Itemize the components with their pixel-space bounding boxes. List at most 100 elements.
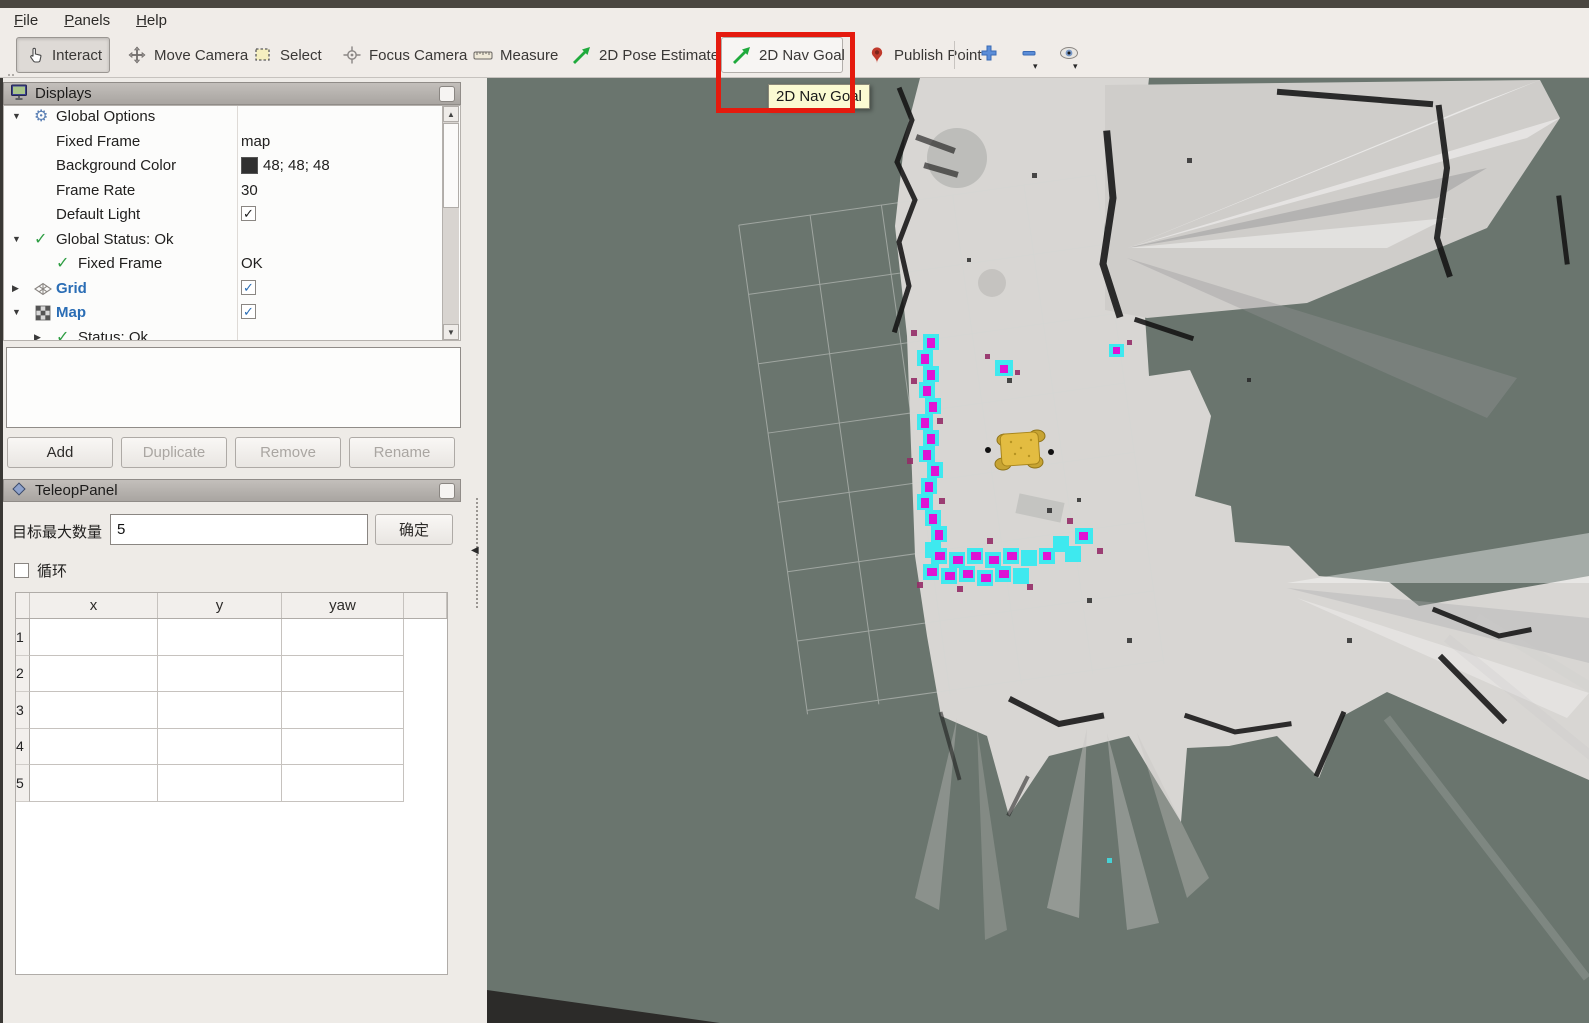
- column-header-y[interactable]: y: [158, 593, 282, 618]
- menu-item-panels[interactable]: Panels: [64, 12, 110, 29]
- tree-row-grid[interactable]: ▶ Grid ✓: [4, 278, 460, 303]
- tree-row-background-color[interactable]: Background Color 48; 48; 48: [4, 155, 460, 180]
- tree-value[interactable]: ✓: [241, 280, 256, 295]
- tool-button-publish-point[interactable]: Publish Point: [856, 37, 993, 73]
- tree-value[interactable]: ✓: [241, 206, 256, 221]
- teleop-panel-header[interactable]: TeleopPanel: [3, 479, 461, 502]
- column-header-yaw[interactable]: yaw: [282, 593, 404, 618]
- displays-panel-header[interactable]: Displays: [3, 82, 461, 105]
- duplicate-button: Duplicate: [121, 437, 227, 468]
- monitor-icon: [10, 83, 28, 105]
- row-header[interactable]: 5: [16, 765, 30, 802]
- tree-label: Status: Ok: [78, 329, 148, 342]
- confirm-button[interactable]: 确定: [375, 514, 453, 545]
- tree-label: Grid: [56, 280, 87, 297]
- tool-label: Select: [280, 47, 322, 64]
- expander-right-icon[interactable]: ▶: [12, 283, 19, 294]
- table-cell[interactable]: [282, 619, 404, 656]
- row-header[interactable]: 3: [16, 692, 30, 729]
- tree-row-map[interactable]: ▼Map✓: [4, 302, 460, 327]
- tool-button-measure[interactable]: Measure: [462, 37, 569, 73]
- expander-down-icon[interactable]: ▼: [12, 307, 21, 317]
- tool-button-select[interactable]: Select: [242, 37, 333, 73]
- move-arrows-icon: [127, 45, 147, 65]
- tree-value: 48; 48; 48: [241, 157, 330, 174]
- check-icon: ✓: [56, 255, 74, 273]
- zoom-in-button[interactable]: [975, 41, 1003, 69]
- tree-row-fixed-frame[interactable]: ✓Fixed FrameOK: [4, 253, 460, 278]
- tool-button-2d-pose-estimate[interactable]: 2D Pose Estimate: [561, 37, 730, 73]
- 3d-viewport[interactable]: [487, 78, 1589, 1023]
- dropdown-caret-icon[interactable]: ▾: [1073, 61, 1078, 72]
- tree-value-text: 30: [241, 182, 258, 199]
- table-cell[interactable]: [30, 729, 158, 766]
- table-cell[interactable]: [30, 765, 158, 802]
- zoom-out-button[interactable]: [1015, 41, 1043, 69]
- tool-label: Measure: [500, 47, 558, 64]
- tree-row-frame-rate[interactable]: Frame Rate 30: [4, 180, 460, 205]
- tree-value: OK: [241, 255, 263, 272]
- tree-row-fixed-frame[interactable]: Fixed Framemap: [4, 131, 460, 156]
- scroll-down-button[interactable]: ▼: [443, 324, 459, 340]
- tree-label: Background Color: [56, 157, 176, 174]
- max-goal-count-input[interactable]: [110, 514, 368, 545]
- dropdown-caret-icon[interactable]: ▾: [1033, 61, 1038, 72]
- scrollbar-thumb[interactable]: [443, 123, 459, 208]
- visibility-button[interactable]: [1055, 41, 1083, 69]
- tree-checkbox[interactable]: ✓: [241, 206, 256, 221]
- tree-checkbox[interactable]: ✓: [241, 280, 256, 295]
- tree-row-global-status--ok[interactable]: ▼ ✓Global Status: Ok: [4, 229, 460, 254]
- table-cell[interactable]: [30, 692, 158, 729]
- tree-scrollbar[interactable]: ▲ ▼: [442, 106, 459, 340]
- selection-box-icon: [253, 45, 273, 65]
- remove-button: Remove: [235, 437, 341, 468]
- displays-float-checkbox[interactable]: [439, 86, 455, 102]
- table-cell[interactable]: [282, 729, 404, 766]
- table-cell[interactable]: [158, 619, 282, 656]
- tree-label: Fixed Frame: [56, 133, 140, 150]
- tool-button-move-camera[interactable]: Move Camera: [116, 37, 259, 73]
- tree-row-status--ok[interactable]: ▶✓Status: Ok: [4, 327, 460, 342]
- annotation-box: [716, 32, 855, 113]
- table-cell[interactable]: [282, 656, 404, 693]
- tree-checkbox[interactable]: ✓: [241, 304, 256, 319]
- tree-value[interactable]: ✓: [241, 304, 256, 319]
- column-header-x[interactable]: x: [30, 593, 158, 618]
- row-header[interactable]: 2: [16, 656, 30, 693]
- menu-item-help[interactable]: Help: [136, 12, 167, 29]
- tree-row-default-light[interactable]: Default Light✓: [4, 204, 460, 229]
- tool-button-focus-camera[interactable]: Focus Camera: [331, 37, 478, 73]
- scroll-up-button[interactable]: ▲: [443, 106, 459, 122]
- displays-panel-title: Displays: [35, 85, 92, 102]
- table-cell[interactable]: [30, 656, 158, 693]
- expander-down-icon[interactable]: ▼: [12, 234, 21, 244]
- splitter-collapse-arrow[interactable]: ◀: [471, 533, 483, 567]
- displays-tree[interactable]: ▼⚙Global OptionsFixed FramemapBackground…: [3, 105, 461, 341]
- tree-label: Global Status: Ok: [56, 231, 174, 248]
- table-cell[interactable]: [30, 619, 158, 656]
- row-header[interactable]: 1: [16, 619, 30, 656]
- tree-row-global-options[interactable]: ▼⚙Global Options: [4, 106, 460, 131]
- table-cell[interactable]: [158, 765, 282, 802]
- expander-down-icon[interactable]: ▼: [12, 111, 21, 121]
- table-cell[interactable]: [158, 729, 282, 766]
- table-cell[interactable]: [158, 656, 282, 693]
- goal-table[interactable]: xyyaw 12345: [15, 592, 448, 975]
- expander-right-icon[interactable]: ▶: [34, 332, 41, 342]
- table-cell[interactable]: [158, 692, 282, 729]
- add-button[interactable]: Add: [7, 437, 113, 468]
- check-icon: ✓: [34, 231, 52, 249]
- left-dock-panel: Displays ▼⚙Global OptionsFixed FramemapB…: [0, 78, 487, 1023]
- table-cell[interactable]: [282, 765, 404, 802]
- color-swatch[interactable]: [241, 157, 258, 174]
- table-cell[interactable]: [282, 692, 404, 729]
- header-filler: [404, 593, 447, 618]
- tree-label: Frame Rate: [56, 182, 135, 199]
- rename-button: Rename: [349, 437, 455, 468]
- menu-item-file[interactable]: File: [14, 12, 38, 29]
- row-header[interactable]: 4: [16, 729, 30, 766]
- loop-checkbox[interactable]: [14, 563, 29, 578]
- teleop-float-checkbox[interactable]: [439, 483, 455, 499]
- tool-label: Focus Camera: [369, 47, 467, 64]
- tool-button-interact[interactable]: Interact: [16, 37, 110, 73]
